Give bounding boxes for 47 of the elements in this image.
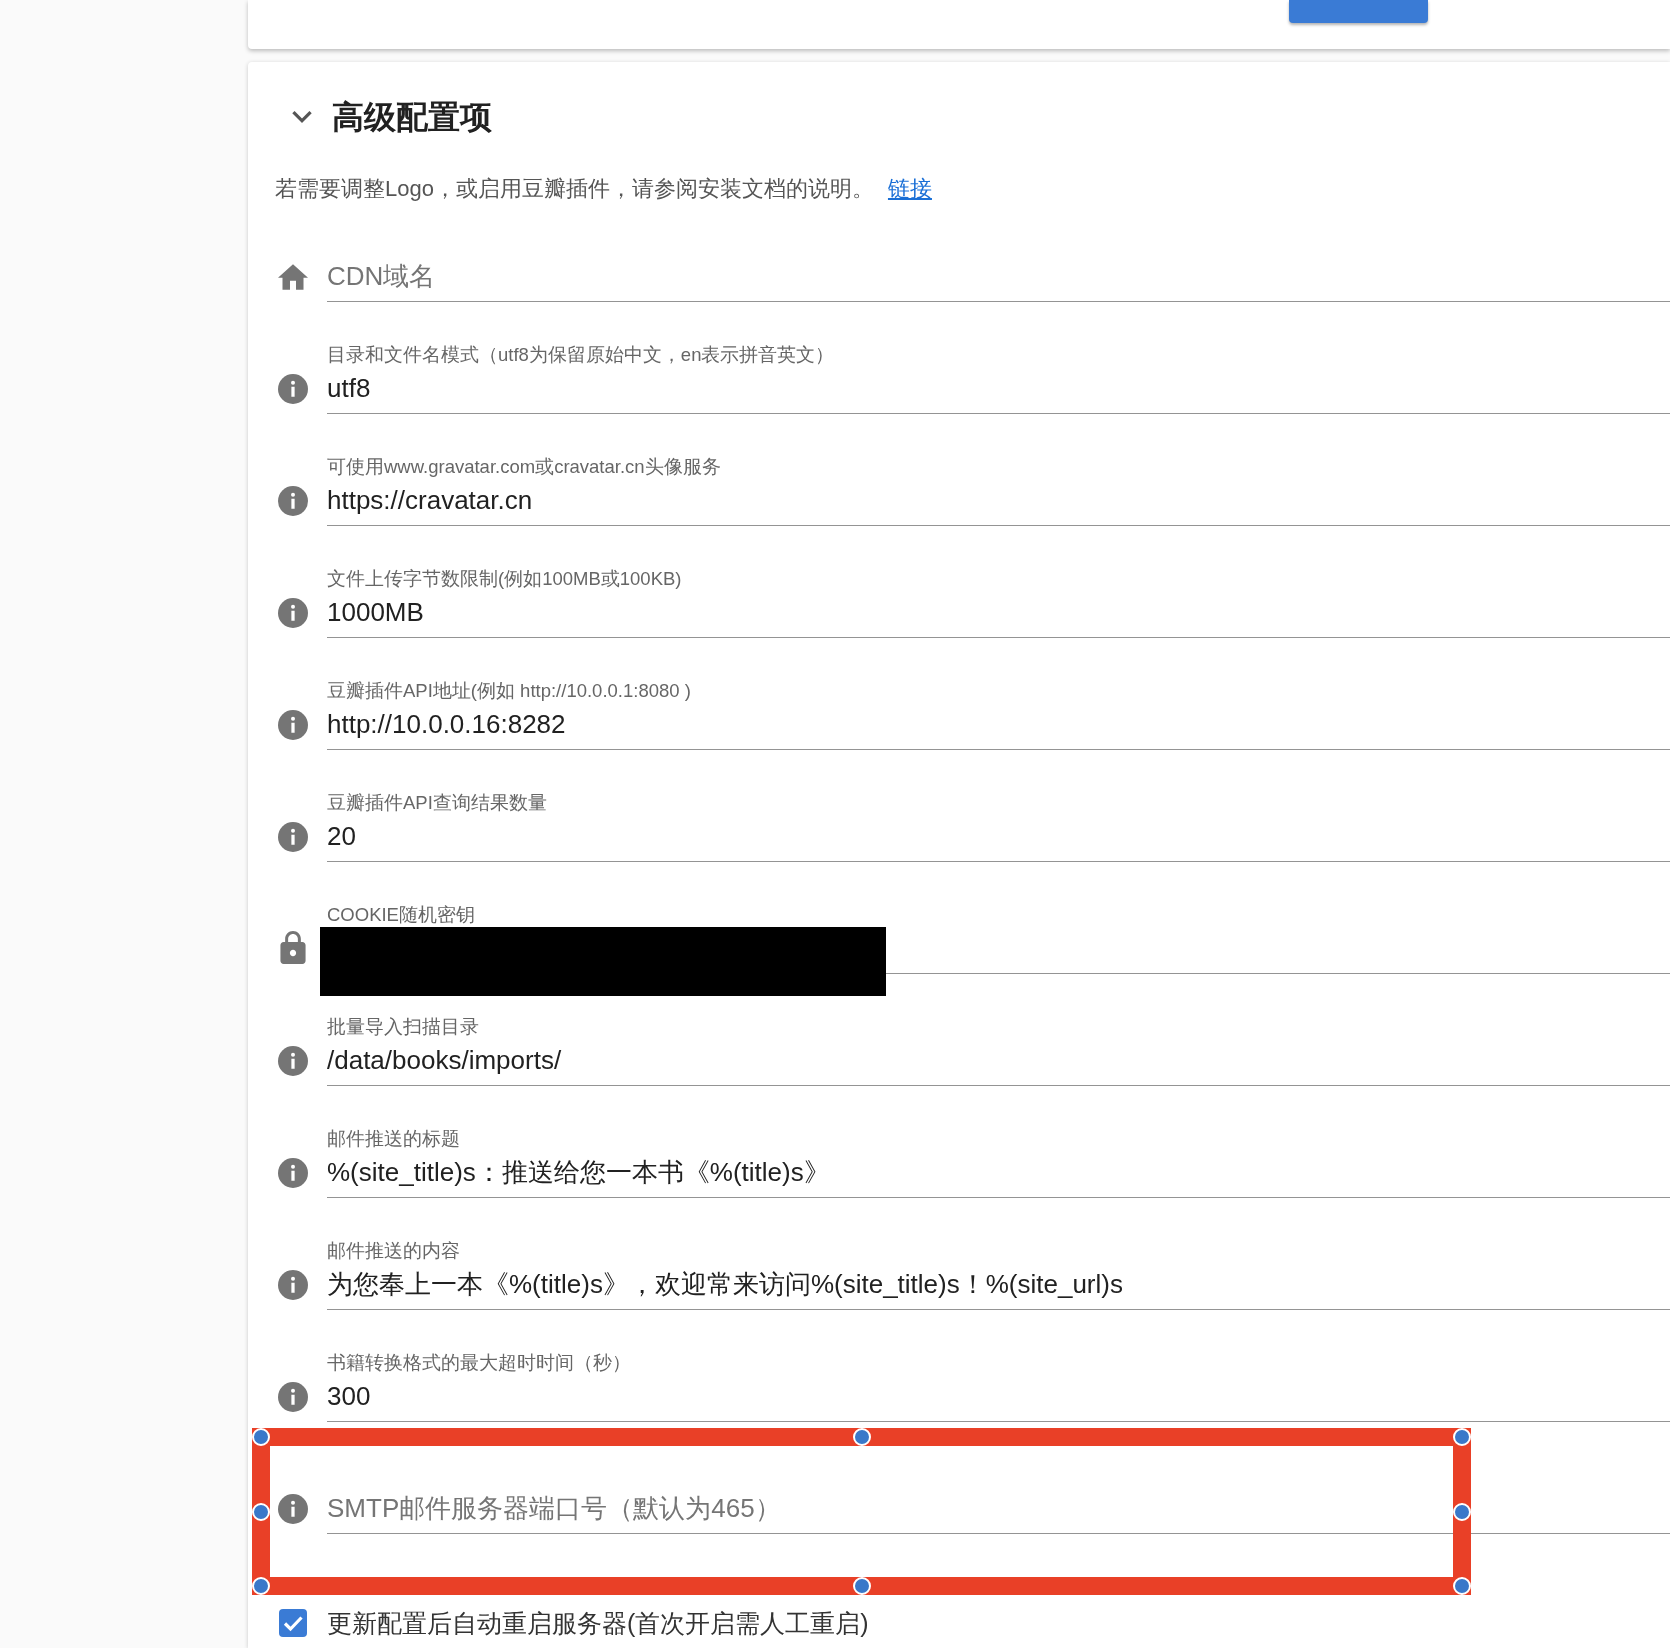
home-icon	[278, 264, 308, 290]
resize-handle-icon[interactable]	[252, 1502, 270, 1521]
text-field[interactable]: 300	[327, 1379, 1670, 1422]
docs-link[interactable]: 链接	[887, 176, 932, 201]
text-field[interactable]: 20	[327, 819, 1670, 862]
text-field[interactable]: https://cravatar.cn	[327, 483, 1670, 526]
field-label: 书籍转换格式的最大超时时间（秒）	[327, 1351, 631, 1375]
text-field[interactable]: 1000MB	[327, 595, 1670, 638]
info-icon	[278, 1158, 308, 1188]
text-field[interactable]: %(site_title)s：推送给您一本书《%(title)s》	[327, 1155, 1670, 1198]
info-icon	[278, 710, 308, 740]
resize-handle-icon[interactable]	[852, 1428, 871, 1446]
info-icon	[278, 1270, 308, 1300]
resize-handle-icon[interactable]	[1453, 1502, 1471, 1521]
resize-handle-icon[interactable]	[252, 1428, 270, 1446]
section-title: 高级配置项	[332, 98, 492, 137]
resize-handle-icon[interactable]	[852, 1577, 871, 1595]
text-field[interactable]: /data/books/imports/	[327, 1043, 1670, 1086]
field-label: COOKIE随机密钥	[327, 903, 475, 927]
resize-handle-icon[interactable]	[252, 1577, 270, 1595]
checkbox[interactable]	[279, 1609, 307, 1637]
checkbox-label: 更新配置后自动重启服务器(首次开启需人工重启)	[327, 1608, 869, 1639]
field-label: 可使用www.gravatar.com或cravatar.cn头像服务	[327, 455, 721, 479]
info-icon	[278, 486, 308, 516]
text-field[interactable]: SMTP邮件服务器端口号（默认为465）	[327, 1491, 1670, 1534]
info-icon	[278, 1494, 308, 1524]
resize-handle-icon[interactable]	[1453, 1577, 1471, 1595]
info-icon	[278, 822, 308, 852]
text-field[interactable]: http://10.0.0.16:8282	[327, 707, 1670, 750]
field-label: 批量导入扫描目录	[327, 1015, 479, 1039]
info-icon	[278, 1382, 308, 1412]
text-field[interactable]: CDN域名	[327, 259, 1670, 302]
field-label: 目录和文件名模式（utf8为保留原始中文，en表示拼音英文）	[327, 343, 835, 367]
info-icon	[278, 1046, 308, 1076]
field-label: 豆瓣插件API地址(例如 http://10.0.0.1:8080 )	[327, 679, 691, 703]
field-label: 邮件推送的标题	[327, 1127, 460, 1151]
text-field[interactable]: utf8	[327, 371, 1670, 414]
field-label: 豆瓣插件API查询结果数量	[327, 791, 547, 815]
lock-icon	[280, 931, 306, 964]
resize-handle-icon[interactable]	[1453, 1428, 1471, 1446]
chevron-down-icon[interactable]	[292, 111, 312, 123]
info-icon	[278, 374, 308, 404]
field-label: 文件上传字节数限制(例如100MB或100KB)	[327, 567, 682, 591]
text-field[interactable]: 为您奉上一本《%(title)s》，欢迎常来访问%(site_title)s！%(site_url)s	[327, 1267, 1670, 1310]
info-icon	[278, 598, 308, 628]
field-label: 邮件推送的内容	[327, 1239, 460, 1263]
description-text: 若需要调整Logo，或启用豆瓣插件，请参阅安装文档的说明。 链接	[274, 175, 932, 203]
